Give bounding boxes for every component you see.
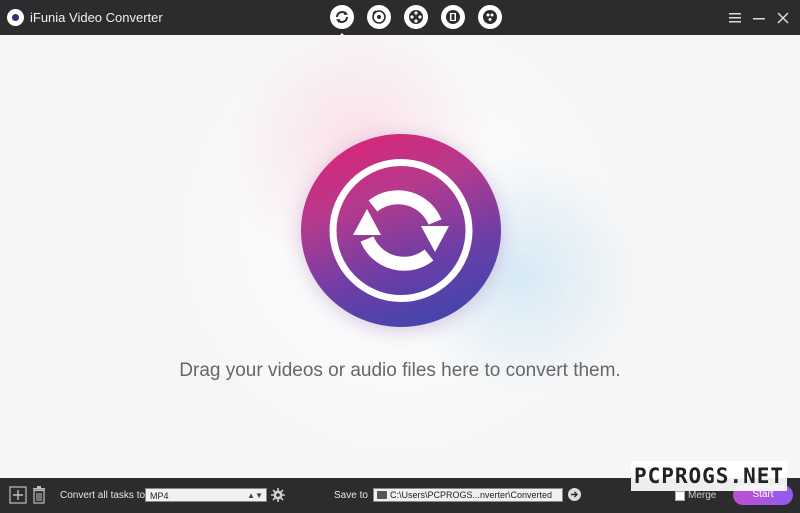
delete-button[interactable] bbox=[31, 486, 49, 504]
add-file-button[interactable] bbox=[9, 486, 27, 504]
save-to-label: Save to bbox=[334, 490, 368, 501]
burn-film-icon bbox=[483, 10, 497, 24]
add-icon bbox=[9, 486, 27, 504]
burn-film-mode-button[interactable] bbox=[478, 5, 502, 29]
title-bar: iFunia Video Converter bbox=[0, 0, 800, 37]
gear-icon bbox=[271, 488, 285, 502]
folder-icon bbox=[377, 491, 387, 499]
convert-icon bbox=[336, 11, 348, 23]
rip-disc-mode-button[interactable] bbox=[367, 5, 391, 29]
trash-icon bbox=[33, 486, 45, 504]
convert-mode-button[interactable] bbox=[330, 5, 354, 37]
dvd-film-mode-button[interactable] bbox=[441, 5, 465, 29]
arrow-right-icon bbox=[571, 491, 578, 498]
dvd-film-icon bbox=[446, 10, 460, 24]
merge-label: Merge bbox=[688, 490, 717, 501]
minimize-icon bbox=[753, 18, 765, 20]
menu-icon bbox=[729, 13, 741, 23]
menu-button[interactable] bbox=[725, 8, 745, 28]
output-path-field[interactable]: C:\Users\PCPROGS...nverter\Converted bbox=[373, 488, 563, 502]
big-convert-icon bbox=[329, 159, 473, 302]
output-format-value: MP4 bbox=[150, 491, 169, 501]
rip-disc-icon bbox=[372, 10, 386, 24]
close-button[interactable] bbox=[773, 8, 793, 28]
output-path-value: C:\Users\PCPROGS...nverter\Converted bbox=[390, 490, 553, 500]
film-reel-mode-button[interactable] bbox=[404, 5, 428, 29]
app-title: iFunia Video Converter bbox=[30, 10, 163, 25]
add-files-button[interactable] bbox=[301, 134, 501, 327]
close-icon bbox=[777, 12, 789, 24]
drop-zone[interactable]: Drag your videos or audio files here to … bbox=[0, 35, 800, 478]
watermark: PCPROGS.NET bbox=[631, 461, 787, 491]
output-format-select[interactable]: MP4 ▲▼ bbox=[145, 488, 267, 502]
minimize-button[interactable] bbox=[749, 8, 769, 28]
merge-checkbox[interactable] bbox=[675, 491, 685, 501]
open-folder-button[interactable] bbox=[568, 488, 581, 501]
app-logo-icon bbox=[7, 9, 24, 26]
format-settings-button[interactable] bbox=[271, 488, 285, 502]
film-reel-icon bbox=[409, 10, 423, 24]
convert-all-label: Convert all tasks to bbox=[60, 490, 146, 501]
drop-instruction: Drag your videos or audio files here to … bbox=[179, 360, 621, 381]
select-arrows-icon: ▲▼ bbox=[247, 491, 263, 500]
